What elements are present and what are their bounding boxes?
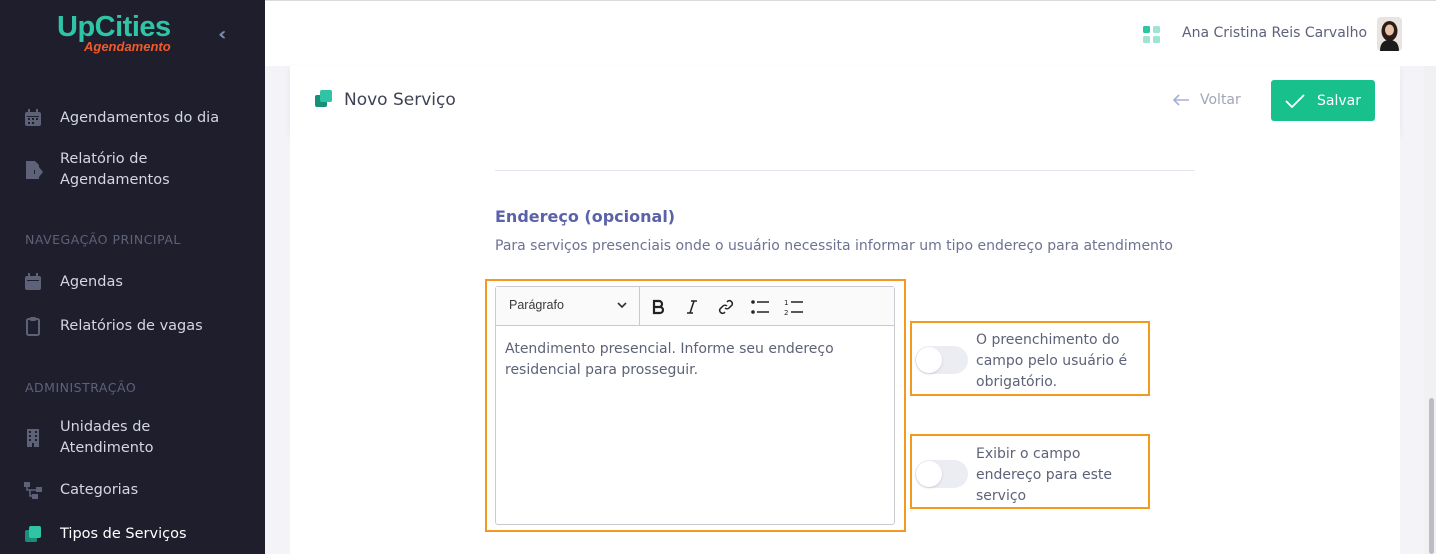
svg-text:2: 2 bbox=[784, 309, 788, 316]
paragraph-format-select[interactable]: Parágrafo bbox=[496, 287, 640, 325]
toggle-knob bbox=[916, 347, 942, 373]
sidebar-item-label: Agendamentos do dia bbox=[60, 110, 220, 126]
paragraph-format-value: Parágrafo bbox=[509, 298, 564, 312]
brand-name: UpCities bbox=[57, 11, 171, 43]
show-address-option: Exibir o campo endereço para este serviç… bbox=[910, 434, 1150, 509]
check-icon bbox=[1285, 93, 1305, 108]
sidebar-item-relatorio-agendamentos[interactable]: Relatório de Agendamentos bbox=[0, 149, 265, 193]
svg-text:1: 1 bbox=[784, 299, 788, 307]
sidebar-item-label: Unidades de Atendimento bbox=[60, 419, 154, 456]
sidebar-item-label: Relatórios de vagas bbox=[60, 318, 203, 334]
save-button[interactable]: Salvar bbox=[1271, 80, 1375, 121]
chevron-down-icon bbox=[617, 302, 627, 309]
section-label-administracao: ADMINISTRAÇÃO bbox=[25, 380, 137, 395]
section-title-endereco: Endereço (opcional) bbox=[495, 207, 676, 226]
bold-icon bbox=[652, 299, 665, 315]
sidebar-item-agendas[interactable]: Agendas bbox=[0, 272, 265, 294]
card-body: Endereço (opcional) Para serviços presen… bbox=[290, 135, 1400, 554]
numbered-list-button[interactable]: 12 bbox=[783, 296, 805, 318]
italic-button[interactable] bbox=[681, 296, 703, 318]
bulleted-list-button[interactable] bbox=[749, 296, 771, 318]
card-header: Novo Serviço Voltar Salvar bbox=[290, 66, 1400, 135]
sidebar: UpCities Agendamento ‹‹ Agendamentos do … bbox=[0, 0, 265, 554]
back-button[interactable]: Voltar bbox=[1172, 92, 1241, 108]
building-icon bbox=[27, 429, 39, 447]
layers-icon bbox=[25, 526, 41, 542]
bold-button[interactable] bbox=[647, 296, 669, 318]
numbered-list-icon: 12 bbox=[784, 299, 803, 316]
apps-grid-icon[interactable] bbox=[1143, 26, 1161, 44]
sidebar-item-relatorios-vagas[interactable]: Relatórios de vagas bbox=[0, 316, 265, 338]
sidebar-item-agendamentos-do-dia[interactable]: Agendamentos do dia bbox=[0, 108, 265, 130]
editor-content[interactable]: Atendimento presencial. Informe seu ende… bbox=[505, 339, 885, 381]
back-button-label: Voltar bbox=[1200, 92, 1241, 108]
save-button-label: Salvar bbox=[1317, 92, 1361, 109]
show-address-option-label: Exibir o campo endereço para este serviç… bbox=[976, 446, 1113, 504]
sidebar-item-tipos-servicos[interactable]: Tipos de Serviços bbox=[0, 524, 265, 546]
sidebar-item-label: Categorias bbox=[60, 482, 139, 498]
required-option-label: O preenchimento do campo pelo usuário é … bbox=[976, 332, 1128, 390]
link-button[interactable] bbox=[715, 296, 737, 318]
scrollbar-thumb[interactable] bbox=[1429, 398, 1434, 554]
show-address-toggle[interactable] bbox=[915, 460, 968, 488]
required-toggle[interactable] bbox=[915, 346, 968, 374]
sidebar-item-label: Tipos de Serviços bbox=[60, 526, 187, 542]
section-description: Para serviços presenciais onde o usuário… bbox=[495, 238, 1173, 254]
sidebar-item-label: Agendas bbox=[60, 274, 123, 290]
user-name[interactable]: Ana Cristina Reis Carvalho bbox=[1182, 25, 1367, 41]
divider bbox=[495, 170, 1195, 171]
calendar-icon bbox=[25, 273, 41, 290]
topbar: Ana Cristina Reis Carvalho bbox=[265, 0, 1436, 66]
section-label-navegacao: NAVEGAÇÃO PRINCIPAL bbox=[25, 232, 181, 247]
required-option: O preenchimento do campo pelo usuário é … bbox=[910, 321, 1150, 396]
sidebar-item-categorias[interactable]: Categorias bbox=[0, 480, 265, 502]
rich-text-editor[interactable]: Parágrafo 12 Atendimento presencial. Inf… bbox=[495, 286, 895, 525]
file-export-icon bbox=[26, 161, 43, 179]
bulleted-list-icon bbox=[751, 300, 769, 314]
collapse-sidebar-icon[interactable]: ‹‹ bbox=[218, 24, 228, 45]
editor-toolbar: Parágrafo 12 bbox=[496, 287, 894, 326]
sitemap-icon bbox=[24, 482, 42, 499]
brand-logo[interactable]: UpCities Agendamento bbox=[57, 11, 171, 54]
italic-icon bbox=[687, 300, 697, 314]
toggle-knob bbox=[916, 461, 942, 487]
calendar-icon bbox=[25, 109, 41, 126]
clipboard-icon bbox=[26, 317, 40, 336]
link-icon bbox=[718, 299, 734, 315]
sidebar-item-label: Relatório de Agendamentos bbox=[60, 151, 170, 188]
avatar[interactable] bbox=[1377, 17, 1402, 51]
arrow-left-icon bbox=[1172, 94, 1189, 106]
sidebar-item-unidades-atendimento[interactable]: Unidades de Atendimento bbox=[0, 417, 265, 461]
brand-subtitle: Agendamento bbox=[84, 39, 171, 54]
page-title: Novo Serviço bbox=[344, 90, 456, 110]
layers-icon bbox=[315, 90, 332, 107]
